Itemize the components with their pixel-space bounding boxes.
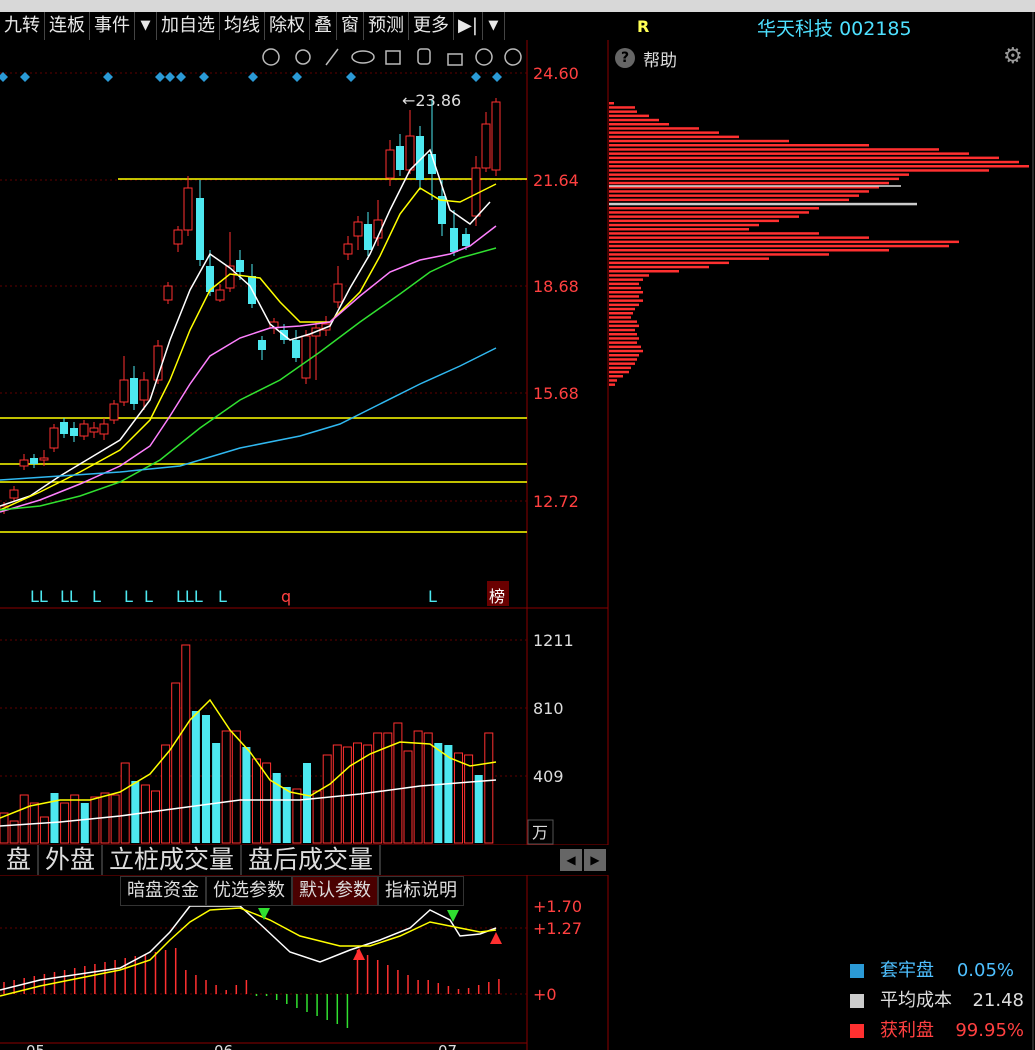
event-dropdown-icon[interactable]: ▼ [135,12,157,40]
hand-icon[interactable] [417,48,431,65]
overlay-button[interactable]: 叠 [310,12,337,40]
tab-pan[interactable]: 盘 [0,845,40,875]
tab-scroll: ◀ ▶ [560,849,606,871]
param-tabs: 暗盘资金 优选参数 默认参数 指标说明 [120,876,464,906]
jiuzhuan-button[interactable]: 九转 [0,12,45,40]
signal-mark: LL [60,587,78,606]
forecast-button[interactable]: 预测 [364,12,409,40]
date-tick: 05 [26,1042,45,1050]
tab-lizhuang-volume[interactable]: 立桩成交量 [103,845,243,875]
signal-mark: L [428,587,437,606]
scroll-left-icon[interactable]: ◀ [560,849,582,871]
signal-mark: LL [30,587,48,606]
legend-value: 0.05% [956,960,1014,981]
top-menu-strip [0,0,1035,12]
pen-icon[interactable] [325,48,339,66]
macd-axis-label: +0 [533,985,557,1004]
buy-arrow-icon [490,932,502,944]
lianban-button[interactable]: 连板 [45,12,90,40]
price-axis-label: 12.72 [533,492,579,511]
chip-distribution-bars [609,102,1029,386]
support-lines [0,178,527,533]
dark-pool-funds-tab[interactable]: 暗盘资金 [120,876,206,906]
legend-label: 平均成本 [880,990,952,1011]
moving-averages [0,148,497,513]
jump-end-icon[interactable]: ▶| [454,12,483,40]
moving-average-button[interactable]: 均线 [220,12,265,40]
optimized-params-tab[interactable]: 优选参数 [206,876,292,906]
more-button[interactable]: 更多 [409,12,454,40]
zoom-out-icon[interactable] [504,48,522,66]
default-params-tab[interactable]: 默认参数 [292,876,378,906]
macd-axis-label: +1.70 [533,897,582,916]
add-watchlist-button[interactable]: 加自选 [157,12,220,40]
indicator-help-tab[interactable]: 指标说明 [378,876,464,906]
legend-swatch [850,1024,864,1038]
help-link[interactable]: 帮助 [643,46,677,71]
legend-label: 套牢盘 [880,960,934,981]
volume-unit-label: 万 [532,823,548,842]
volume-axis-label: 1211 [533,631,574,650]
tab-after-hours-volume[interactable]: 盘后成交量 [242,845,382,875]
signal-mark: LLL [176,587,203,606]
rights-indicator: R [637,17,650,36]
macd-indicator [0,905,502,1028]
gear-icon[interactable]: ⚙ [1003,44,1023,69]
stock-code: 002185 [839,18,912,40]
chart-tools [262,48,522,66]
ex-rights-button[interactable]: 除权 [265,12,310,40]
price-axis-label: 21.64 [533,171,579,190]
event-diamond-icon[interactable] [471,72,481,82]
indicator-tabs: 盘 外盘 立桩成交量 盘后成交量 [0,845,609,875]
trash-icon[interactable] [385,50,401,65]
legend-swatch [850,964,864,978]
scroll-right-icon[interactable]: ▶ [584,849,606,871]
signal-marks: LL LL L L L LLL L q L [30,587,437,606]
legend-swatch [850,994,864,1008]
price-axis-label: 15.68 [533,384,579,403]
chip-distribution-panel [609,12,1034,1050]
sell-arrow-icon [258,908,270,920]
eye-icon[interactable] [351,50,375,64]
lock-icon[interactable] [447,53,463,66]
settings-icon[interactable] [295,49,311,65]
legend-trapped: 套牢盘 0.05% [850,956,1014,982]
event-button[interactable]: 事件 [90,12,135,40]
help-icon[interactable]: ? [615,48,635,68]
price-axis-label: 18.68 [533,277,579,296]
more-dropdown-icon[interactable]: ▼ [483,12,505,40]
signal-mark: L [124,587,133,606]
legend-value: 99.95% [955,1020,1024,1041]
rank-badge-label: 榜 [489,587,505,606]
date-tick: 06 [214,1042,233,1050]
signal-mark: q [281,587,291,606]
macd-axis-label: +1.27 [533,919,582,938]
signal-mark: L [144,587,153,606]
volume-axis-label: 409 [533,767,564,786]
date-tick: 07 [438,1042,457,1050]
signal-mark: L [92,587,101,606]
legend-label: 获利盘 [880,1020,934,1041]
volume-axis-label: 810 [533,699,564,718]
tab-waipan[interactable]: 外盘 [39,845,104,875]
event-diamond-icon[interactable] [346,72,356,82]
event-diamond-icon[interactable] [176,72,186,82]
window-button[interactable]: 窗 [337,12,364,40]
legend-profit: 获利盘 99.95% [850,1016,1024,1042]
candlesticks [0,98,501,514]
chart-toolbar: 九转 连板 事件 ▼ 加自选 均线 除权 叠 窗 预测 更多 ▶| ▼ [0,12,530,40]
buy-arrow-icon [353,948,365,960]
target-icon[interactable] [262,48,280,66]
legend-avg-cost: 平均成本 21.48 [850,986,1024,1012]
price-axis-label: 24.60 [533,64,579,83]
legend-value: 21.48 [972,990,1024,1011]
stock-title: 华天科技 002185 [757,14,912,41]
signal-mark: L [218,587,227,606]
zoom-in-icon[interactable] [475,48,493,66]
stock-name: 华天科技 [757,18,834,40]
